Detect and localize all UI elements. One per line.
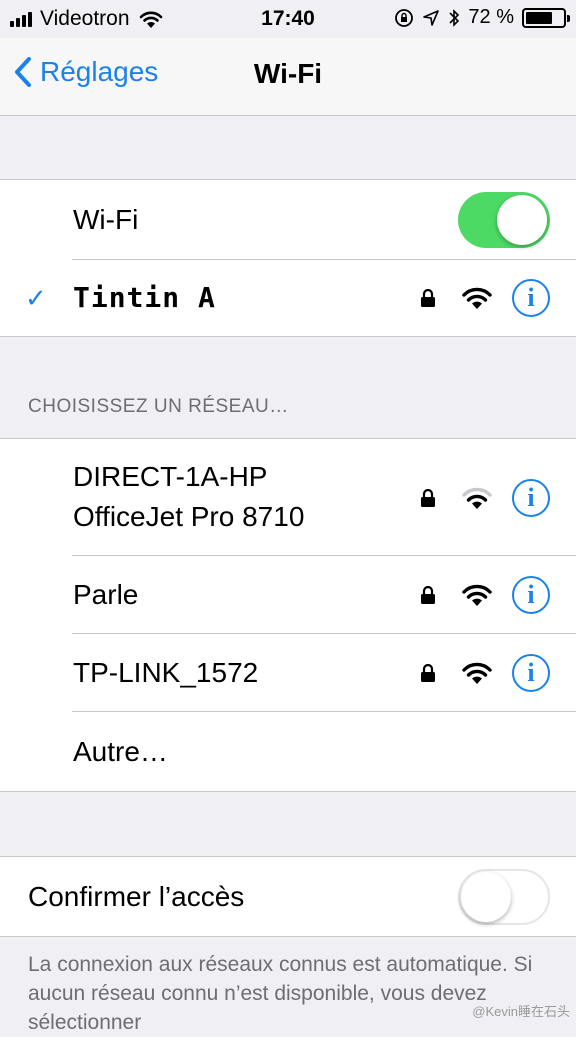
network-name-line1: DIRECT-1A-HP [73,461,268,492]
network-row[interactable]: DIRECT-1A-HP OfficeJet Pro 8710 i [0,439,576,556]
wifi-group: Wi-Fi ✓ Tintin A i [0,179,576,337]
info-icon[interactable]: i [512,576,550,614]
info-icon[interactable]: i [512,279,550,317]
other-network-row[interactable]: Autre… [0,712,576,791]
wifi-label: Wi-Fi [73,204,139,235]
status-right: 72 % [394,6,570,29]
info-icon[interactable]: i [512,654,550,692]
network-name: DIRECT-1A-HP OfficeJet Pro 8710 [73,457,304,537]
wifi-icon [462,287,492,309]
bluetooth-icon [449,8,460,27]
wifi-icon [462,662,492,684]
orientation-lock-icon [395,8,414,27]
wifi-toggle[interactable] [458,192,550,248]
network-icons: i [420,478,550,517]
page-title: Wi-Fi [253,58,323,89]
network-row[interactable]: Parle i [0,556,576,634]
networks-group: DIRECT-1A-HP OfficeJet Pro 8710 i Parle … [0,438,576,792]
ask-to-join-label: Confirmer l’accès [28,880,245,912]
network-name-line2: OfficeJet Pro 8710 [73,501,305,532]
other-network-label: Autre… [73,735,168,767]
status-bar: Videotron 17:40 72 % [0,0,576,38]
network-name: Parle [73,579,139,610]
lock-icon [421,664,435,682]
location-arrow-icon [423,9,440,26]
connected-network-name: Tintin A [73,281,216,314]
wifi-toggle-row: Wi-Fi [0,180,576,260]
lock-icon [421,289,435,307]
wifi-icon [462,487,492,509]
section-header: CHOISISSEZ UN RÉSEAU… [28,396,289,417]
battery-percent: 72 % [468,6,514,28]
network-icons: i [420,576,550,614]
toggle-knob [497,195,547,245]
ask-to-join-row: Confirmer l’accès [0,857,576,936]
wifi-icon [462,584,492,606]
network-icons: i [420,654,550,692]
toggle-knob [461,871,511,922]
checkmark-icon: ✓ [25,282,47,313]
ask-to-join-toggle[interactable] [458,868,550,925]
lock-icon [421,488,435,507]
battery-icon [522,7,570,28]
navigation-bar: Réglages Wi-Fi [0,38,576,116]
info-icon[interactable]: i [512,478,550,517]
network-row[interactable]: TP-LINK_1572 i [0,634,576,712]
network-icons: i [420,279,550,317]
lock-icon [421,586,435,604]
network-name: TP-LINK_1572 [73,657,259,688]
connected-network-row[interactable]: ✓ Tintin A i [0,260,576,336]
ask-to-join-group: Confirmer l’accès [0,856,576,937]
watermark: @Kevin睡在石头 [472,1004,570,1019]
